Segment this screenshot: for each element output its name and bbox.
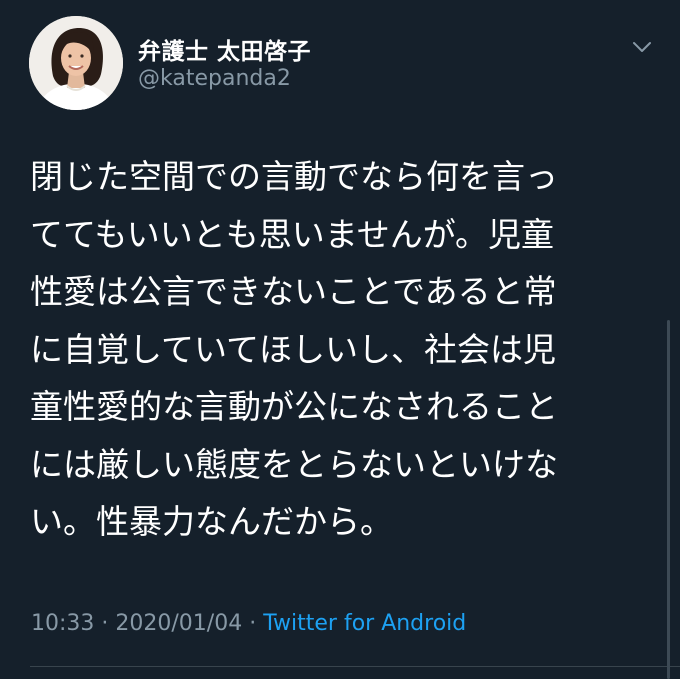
avatar[interactable] [29,16,123,110]
display-name[interactable]: 弁護士 太田啓子 [138,32,311,66]
tweet-source-link[interactable]: Twitter for Android [263,611,466,636]
user-handle[interactable]: @katepanda2 [138,66,291,91]
tweet-text-line: には厳しい態度をとらないといけな [30,444,558,484]
divider [30,666,680,667]
meta-separator: · [249,611,257,636]
tweet-text-line: 童性愛的な言動が公になされること [30,387,558,426]
tweet-metadata: 10:33 · 2020/01/04 · Twitter for Android [31,611,466,636]
tweet-text-line: 閉じた空間での言動でなら何を言っ [30,157,558,196]
tweet-text: 閉じた空間での言動でなら何を言っ ててもいいとも思いませんが。児童 性愛は公言で… [30,148,650,551]
tweet-text-line: い。性暴力なんだから。 [30,502,393,541]
tweet-date[interactable]: 2020/01/04 [115,611,242,636]
scrollbar[interactable] [667,320,670,679]
meta-separator: · [101,611,109,636]
tweet-card: 弁護士 太田啓子 @katepanda2 閉じた空間での言動でなら何を言っ てて… [0,0,680,679]
profile-photo-image [29,16,123,110]
tweet-text-line: 性愛は公言できないことであると常 [30,272,557,311]
tweet-text-line: ててもいいとも思いませんが。児童 [30,214,555,254]
tweet-text-line: に自覚していてほしいし、社会は児 [30,329,557,369]
chevron-down-icon[interactable] [630,35,654,59]
tweet-time[interactable]: 10:33 [31,611,94,636]
